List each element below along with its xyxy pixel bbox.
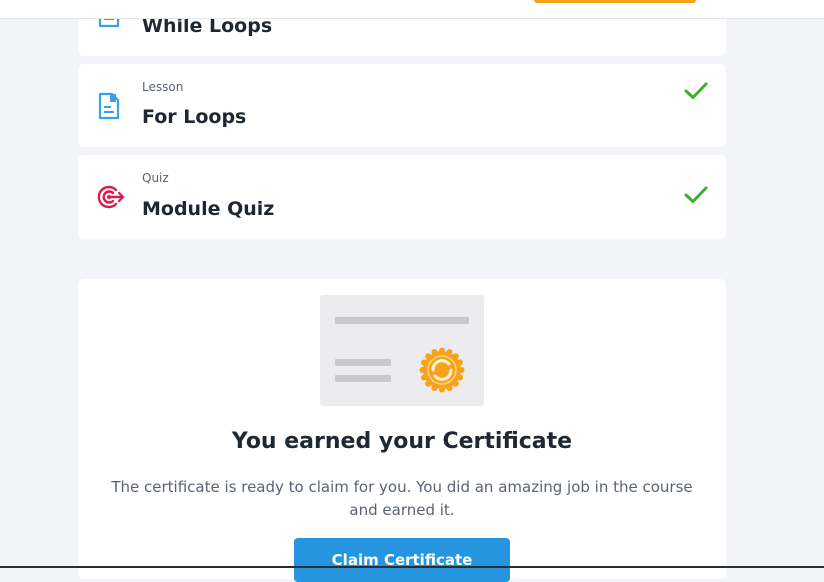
header-action-button[interactable]: [534, 0, 696, 3]
seal-badge-icon: [419, 347, 465, 397]
certificate-description: The certificate is ready to claim for yo…: [111, 478, 693, 519]
check-icon: [684, 186, 708, 208]
module-item-for-loops[interactable]: Lesson For Loops: [78, 64, 726, 147]
certificate-line: [335, 375, 391, 382]
top-header: [0, 0, 824, 19]
claim-certificate-button[interactable]: Claim Certificate: [294, 538, 510, 582]
certificate-title: You earned your Certificate: [231, 429, 573, 454]
module-item-module-quiz[interactable]: Quiz Module Quiz: [78, 155, 726, 239]
module-type-label: Lesson: [142, 80, 184, 94]
module-title: Module Quiz: [142, 198, 275, 220]
module-type-label: Quiz: [142, 171, 169, 185]
certificate-illustration: [320, 295, 484, 406]
certificate-line: [335, 359, 391, 366]
certificate-line: [335, 317, 469, 324]
certificate-card: You earned your Certificate The certific…: [78, 279, 726, 582]
target-icon: [97, 184, 125, 214]
check-icon: [684, 82, 708, 104]
module-title: For Loops: [142, 106, 247, 128]
document-icon: [97, 92, 121, 124]
